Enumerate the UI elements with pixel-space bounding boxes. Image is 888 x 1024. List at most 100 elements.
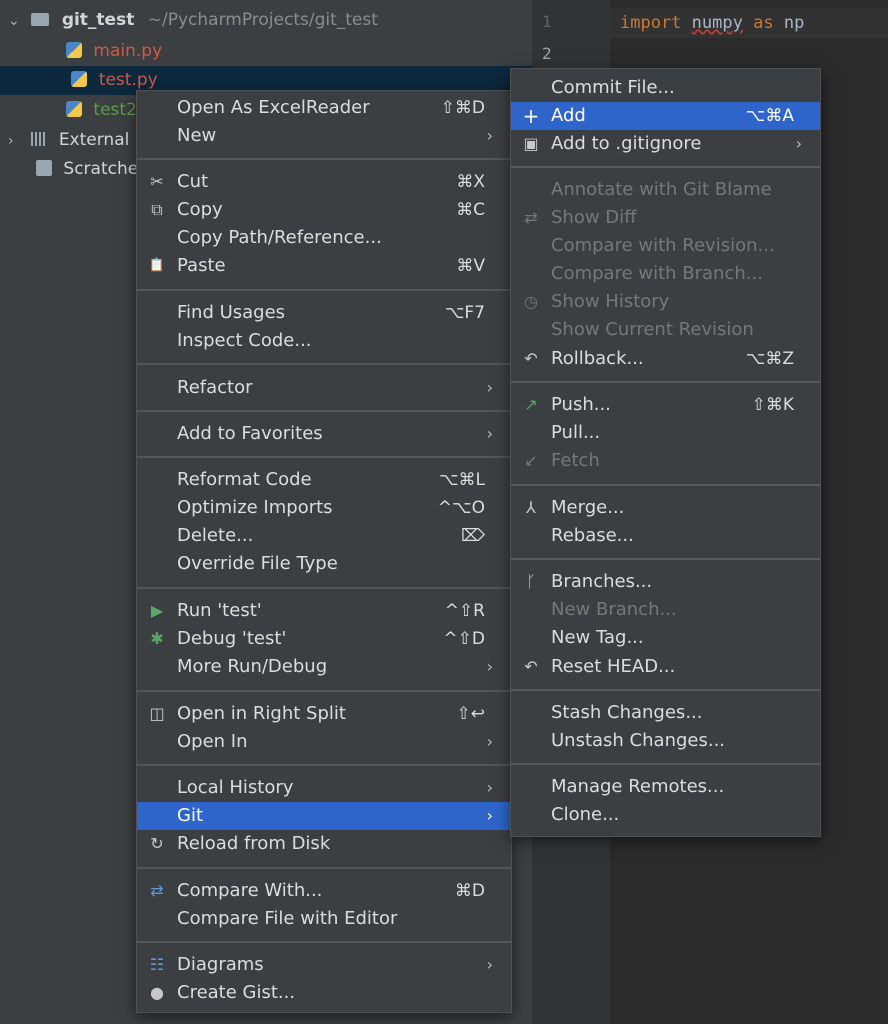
- menu-item-label: Add to Favorites: [177, 423, 323, 444]
- git-item-new-branch: New Branch...: [511, 596, 820, 624]
- menu-item-label: Fetch: [551, 450, 600, 471]
- compare-icon: ⇄: [150, 881, 164, 900]
- menu-separator: [511, 166, 820, 168]
- menu-item-shortcut: ⇧⌘D: [440, 98, 485, 118]
- menu-item-optimize-imports[interactable]: Optimize Imports ^⌥O: [137, 494, 511, 522]
- tree-scratches[interactable]: Scratche: [36, 155, 138, 184]
- git-item-commit-file[interactable]: Commit File...: [511, 74, 820, 102]
- menu-item-add-to-favorites[interactable]: Add to Favorites ›: [137, 420, 511, 448]
- plus-icon: +: [522, 104, 540, 128]
- menu-item-more-run-debug[interactable]: More Run/Debug ›: [137, 653, 511, 681]
- menu-item-paste[interactable]: 📋 Paste ⌘V: [137, 252, 511, 280]
- menu-item-label: Clone...: [551, 804, 620, 825]
- git-item-unstash-changes[interactable]: Unstash Changes...: [511, 727, 820, 755]
- code-line[interactable]: import numpy as np: [610, 8, 888, 38]
- file-name: test.py: [98, 70, 158, 90]
- menu-item-label: Open In: [177, 731, 248, 752]
- line-number: 2: [542, 44, 552, 63]
- menu-item-run[interactable]: ▶ Run 'test' ^⇧R: [137, 597, 511, 625]
- rollback-icon: ↶: [524, 349, 538, 368]
- tree-file-test2[interactable]: test2: [66, 96, 137, 125]
- menu-item-refactor[interactable]: Refactor ›: [137, 374, 511, 402]
- clipboard-icon: 📋: [148, 258, 166, 273]
- menu-separator: [137, 867, 511, 869]
- menu-separator: [137, 410, 511, 412]
- menu-separator: [137, 158, 511, 160]
- menu-item-label: Rebase...: [551, 525, 634, 546]
- menu-item-open-as-excelreader[interactable]: Open As ExcelReader ⇧⌘D: [137, 94, 511, 122]
- menu-item-compare-with[interactable]: ⇄ Compare With... ⌘D: [137, 877, 511, 905]
- menu-item-shortcut: ⌘V: [456, 256, 485, 276]
- menu-item-shortcut: ⌥⌘A: [745, 106, 794, 126]
- menu-item-label: Compare File with Editor: [177, 908, 398, 929]
- menu-item-git[interactable]: Git ›: [137, 802, 511, 830]
- menu-item-local-history[interactable]: Local History ›: [137, 774, 511, 802]
- tree-root-row[interactable]: ⌄ git_test ~/PycharmProjects/git_test: [8, 6, 378, 35]
- git-item-stash-changes[interactable]: Stash Changes...: [511, 699, 820, 727]
- menu-item-delete[interactable]: Delete... ⌦: [137, 522, 511, 550]
- menu-item-cut[interactable]: ✂ Cut ⌘X: [137, 168, 511, 196]
- git-item-add-to-gitignore[interactable]: ▣ Add to .gitignore ›: [511, 130, 820, 158]
- menu-item-label: New Tag...: [551, 627, 644, 648]
- git-item-reset-head[interactable]: ↶ Reset HEAD...: [511, 653, 820, 681]
- git-item-add[interactable]: + Add ⌥⌘A: [511, 102, 820, 130]
- git-item-pull[interactable]: Pull...: [511, 419, 820, 447]
- menu-item-label: Paste: [177, 255, 226, 276]
- chevron-down-icon[interactable]: ⌄: [8, 7, 26, 36]
- tree-external-libraries[interactable]: › External: [8, 126, 129, 155]
- chevron-right-icon: ›: [486, 732, 493, 751]
- menu-item-copy[interactable]: ⧉ Copy ⌘C: [137, 196, 511, 224]
- menu-item-label: Diagrams: [177, 954, 264, 975]
- menu-item-reformat-code[interactable]: Reformat Code ⌥⌘L: [137, 466, 511, 494]
- menu-item-reload-from-disk[interactable]: ↻ Reload from Disk: [137, 830, 511, 858]
- menu-item-create-gist[interactable]: ● Create Gist...: [137, 979, 511, 1007]
- menu-item-label: Compare With...: [177, 880, 323, 901]
- chevron-right-icon: ›: [486, 955, 493, 974]
- menu-item-label: Cut: [177, 171, 209, 192]
- menu-item-label: Unstash Changes...: [551, 730, 726, 751]
- menu-item-override-file-type[interactable]: Override File Type: [137, 550, 511, 578]
- chevron-right-icon: ›: [486, 378, 493, 397]
- menu-item-new[interactable]: New ›: [137, 122, 511, 150]
- git-item-push[interactable]: ↗ Push... ⇧⌘K: [511, 391, 820, 419]
- menu-item-copy-path[interactable]: Copy Path/Reference...: [137, 224, 511, 252]
- chevron-right-icon[interactable]: ›: [8, 127, 26, 156]
- menu-item-debug[interactable]: ✱ Debug 'test' ^⇧D: [137, 625, 511, 653]
- git-item-merge[interactable]: ⅄ Merge...: [511, 494, 820, 522]
- menu-item-shortcut: ⇧⌘K: [751, 395, 794, 415]
- root-folder-path: ~/PycharmProjects/git_test: [147, 10, 378, 30]
- bug-icon: ✱: [150, 629, 164, 648]
- git-item-rollback[interactable]: ↶ Rollback... ⌥⌘Z: [511, 345, 820, 373]
- chevron-right-icon: ›: [486, 657, 493, 676]
- git-item-new-tag[interactable]: New Tag...: [511, 624, 820, 652]
- menu-item-label: Pull...: [551, 422, 601, 443]
- menu-item-diagrams[interactable]: ☷ Diagrams ›: [137, 951, 511, 979]
- git-item-clone[interactable]: Clone...: [511, 801, 820, 829]
- menu-item-label: Add to .gitignore: [551, 133, 702, 154]
- git-item-compare-with-branch: Compare with Branch...: [511, 260, 820, 288]
- menu-item-compare-file-with-editor[interactable]: Compare File with Editor: [137, 905, 511, 933]
- menu-item-inspect-code[interactable]: Inspect Code...: [137, 327, 511, 355]
- menu-separator: [137, 289, 511, 291]
- clock-icon: ◷: [524, 292, 538, 311]
- git-item-manage-remotes[interactable]: Manage Remotes...: [511, 773, 820, 801]
- menu-item-open-in-right-split[interactable]: ◫ Open in Right Split ⇧↩: [137, 700, 511, 728]
- git-item-branches[interactable]: ᚴ Branches...: [511, 568, 820, 596]
- menu-item-open-in[interactable]: Open In ›: [137, 728, 511, 756]
- tree-file-main[interactable]: main.py: [66, 37, 162, 66]
- menu-item-label: Commit File...: [551, 77, 675, 98]
- menu-item-label: Run 'test': [177, 600, 262, 621]
- menu-item-shortcut: ⌥⌘Z: [745, 349, 794, 369]
- menu-item-label: Reload from Disk: [177, 833, 331, 854]
- menu-item-find-usages[interactable]: Find Usages ⌥F7: [137, 299, 511, 327]
- file-name: test2: [93, 100, 137, 120]
- git-item-compare-with-revision: Compare with Revision...: [511, 232, 820, 260]
- fetch-arrow-icon: ↙: [524, 451, 538, 470]
- diagram-icon: ☷: [149, 955, 165, 974]
- menu-separator: [511, 558, 820, 560]
- menu-item-shortcut: ⌥F7: [444, 303, 485, 323]
- git-item-show-diff: ⇄ Show Diff: [511, 204, 820, 232]
- menu-separator: [137, 764, 511, 766]
- git-item-rebase[interactable]: Rebase...: [511, 522, 820, 550]
- menu-item-label: Copy: [177, 199, 223, 220]
